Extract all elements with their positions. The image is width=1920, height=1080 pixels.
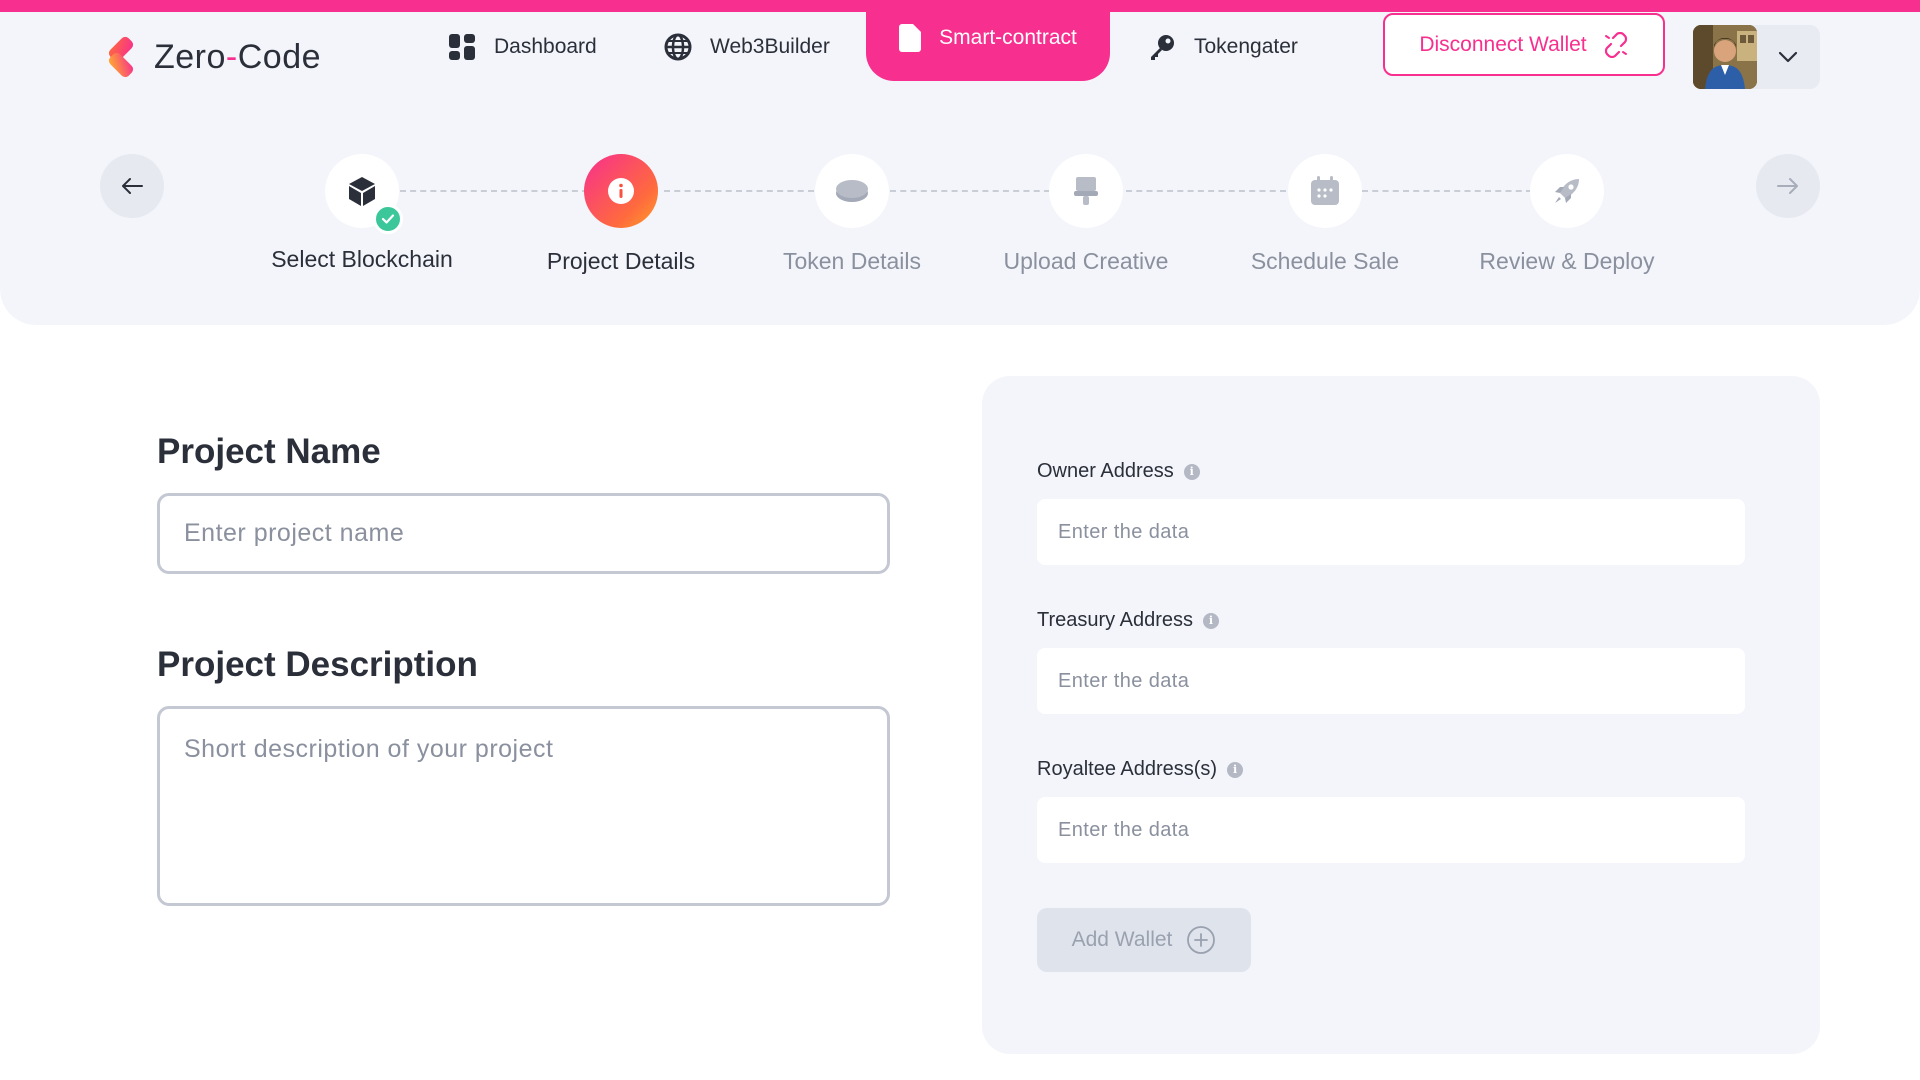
unlink-icon (1604, 31, 1627, 58)
owner-address-label-text: Owner Address (1037, 460, 1174, 482)
step-label: Schedule Sale (1250, 248, 1400, 274)
address-panel: Owner Address i Treasury Address i Royal… (982, 376, 1820, 1054)
royaltee-address-input[interactable] (1037, 797, 1745, 863)
step-label: Select Blockchain (271, 246, 453, 272)
step-upload-creative[interactable]: Upload Creative (956, 154, 1216, 275)
nav-smart-contract-label: Smart-contract (939, 25, 1077, 49)
add-wallet-button[interactable]: Add Wallet (1037, 908, 1251, 972)
treasury-address-label: Treasury Address i (1037, 609, 1219, 632)
royaltee-address-label: Royaltee Address(s) i (1037, 758, 1244, 781)
step-select-blockchain[interactable]: Select Blockchain (232, 154, 492, 273)
step-label: Project Details (546, 248, 696, 274)
treasury-address-input[interactable] (1037, 648, 1745, 714)
step-token-details[interactable]: Token Details (722, 154, 982, 275)
document-icon (899, 23, 922, 52)
info-icon[interactable]: i (1183, 463, 1200, 480)
owner-address-input[interactable] (1037, 499, 1745, 565)
profile-menu[interactable] (1693, 25, 1820, 89)
coin-icon (836, 180, 868, 202)
nav-tokengater[interactable]: Tokengater (1148, 22, 1298, 72)
step-circle (815, 154, 889, 228)
add-wallet-label: Add Wallet (1071, 928, 1173, 951)
project-name-title: Project Name (157, 432, 381, 471)
brand-name: Zero-Code (154, 37, 322, 76)
step-circle (1530, 154, 1604, 228)
royaltee-address-label-text: Royaltee Address(s) (1037, 758, 1218, 780)
step-circle (325, 154, 403, 234)
calendar-icon (1311, 176, 1339, 205)
step-review-deploy[interactable]: Review & Deploy (1437, 154, 1697, 275)
nav-smart-contract[interactable]: Smart-contract (866, 0, 1110, 81)
cube-icon (349, 177, 375, 206)
key-icon (1151, 35, 1174, 60)
nav-dashboard-label: Dashboard (494, 35, 597, 58)
step-project-details[interactable]: Project Details (491, 154, 751, 275)
owner-address-label: Owner Address i (1037, 460, 1200, 483)
step-forward-button[interactable] (1756, 154, 1820, 218)
step-label: Review & Deploy (1479, 248, 1655, 274)
brush-icon (1074, 177, 1098, 205)
info-icon (608, 178, 634, 204)
globe-icon (664, 33, 692, 61)
avatar (1693, 25, 1757, 89)
step-label: Upload Creative (1003, 248, 1169, 274)
app-root: Zero-Code Dashboard Web3Builder Smart-co… (0, 0, 1920, 1080)
project-description-title: Project Description (157, 645, 478, 684)
step-circle (1049, 154, 1123, 228)
arrow-right-icon (1777, 178, 1798, 194)
nav-dashboard[interactable]: Dashboard (448, 22, 597, 72)
check-icon (373, 204, 403, 234)
grid-icon (449, 34, 475, 60)
nav-web3builder-label: Web3Builder (710, 35, 830, 58)
disconnect-wallet-button[interactable]: Disconnect Wallet (1383, 13, 1665, 76)
plus-circle-icon (1187, 926, 1216, 954)
arrow-left-icon (122, 178, 143, 194)
project-description-input[interactable] (157, 706, 890, 906)
nav-tokengater-label: Tokengater (1194, 35, 1298, 58)
logo-mark-icon (100, 34, 146, 80)
chevron-down-icon (1778, 51, 1798, 63)
info-icon[interactable]: i (1227, 761, 1244, 778)
brand-logo[interactable]: Zero-Code (100, 34, 321, 80)
disconnect-wallet-label: Disconnect Wallet (1419, 32, 1587, 56)
step-schedule-sale[interactable]: Schedule Sale (1195, 154, 1455, 275)
step-circle (584, 154, 658, 228)
step-circle (1288, 154, 1362, 228)
step-back-button[interactable] (100, 154, 164, 218)
info-icon[interactable]: i (1203, 612, 1219, 629)
step-label: Token Details (782, 248, 922, 274)
nav-web3builder[interactable]: Web3Builder (664, 22, 830, 72)
project-name-input[interactable] (157, 493, 890, 574)
treasury-address-label-text: Treasury Address (1037, 609, 1193, 631)
rocket-icon (1555, 179, 1579, 203)
